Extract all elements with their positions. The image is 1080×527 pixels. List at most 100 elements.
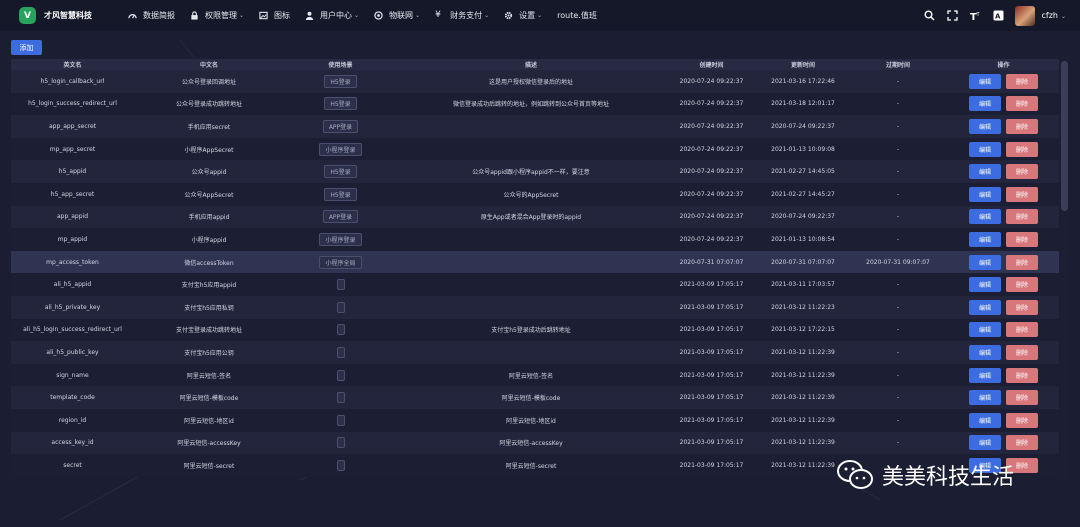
table-row[interactable]: ali_h5_public_key 支付宝h5应用公钥 2021-03-09 17:… (11, 341, 1059, 364)
delete-button[interactable]: 删除 (1006, 435, 1038, 451)
delete-button[interactable]: 删除 (1006, 73, 1038, 89)
edit-button[interactable]: 编辑 (969, 412, 1001, 428)
scene-tag (336, 324, 345, 336)
edit-button[interactable]: 编辑 (969, 367, 1001, 383)
edit-button[interactable]: 编辑 (969, 344, 1001, 360)
table-row[interactable]: mp_access_token 微信accessToken 小程序全局 2020-07… (11, 250, 1059, 274)
add-button[interactable]: 添加 (11, 40, 42, 55)
table-row[interactable]: h5_login_success_redirect_url 公众号登录成功跳转地址… (11, 92, 1059, 116)
edit-button[interactable]: 编辑 (969, 118, 1001, 134)
table-row[interactable]: ali_h5_login_success_redirect_url 支付宝登录成功… (11, 318, 1059, 342)
cell-desc: 这是用户授权微信登录后的地址 (488, 78, 573, 86)
delete-button[interactable]: 删除 (1006, 254, 1038, 270)
avatar[interactable] (1015, 5, 1036, 26)
delete-button[interactable]: 删除 (1006, 299, 1038, 315)
column-header[interactable]: 使用场景 (284, 60, 397, 69)
delete-button[interactable]: 删除 (1006, 322, 1038, 338)
delete-button[interactable]: 删除 (1006, 367, 1038, 383)
edit-button[interactable]: 编辑 (969, 96, 1001, 112)
delete-button[interactable]: 删除 (1006, 118, 1038, 134)
edit-button[interactable]: 编辑 (969, 277, 1001, 293)
cell-updated: 2021-03-11 17:03:57 (771, 281, 835, 289)
scene-tag: H5登录 (324, 74, 357, 88)
cell-cn: 公众号appid (191, 169, 227, 177)
nav-item-iot[interactable]: 物联网 ⌄ (374, 10, 420, 21)
edit-button[interactable]: 编辑 (969, 435, 1001, 451)
table-row[interactable]: h5_app_secret 公众号AppSecret H5登录 公众号的AppSecr… (11, 182, 1059, 206)
delete-button[interactable]: 删除 (1006, 96, 1038, 112)
column-header[interactable]: 英文名 (11, 60, 134, 69)
scene-tag (336, 459, 345, 471)
column-header[interactable]: 过期时间 (848, 60, 948, 69)
cell-expire: - (896, 77, 900, 85)
column-header[interactable]: 描述 (397, 60, 665, 69)
delete-button[interactable]: 删除 (1006, 141, 1038, 157)
nav-item-finance[interactable]: ¥ 财务支付 ⌄ (435, 10, 489, 21)
delete-button[interactable]: 删除 (1006, 209, 1038, 225)
edit-button[interactable]: 编辑 (969, 299, 1001, 315)
delete-button[interactable]: 删除 (1006, 186, 1038, 202)
table-row[interactable]: ali_h5_appid 支付宝h5应用appid 2021-03-09 17:05… (11, 273, 1059, 296)
edit-button[interactable]: 编辑 (969, 141, 1001, 157)
config-table: 英文名 中文名 使用场景 描述 创建时间 更新时间 过期时间 操作 h5_log… (11, 59, 1059, 477)
column-header[interactable]: 中文名 (134, 60, 284, 69)
table-row[interactable]: access_key_id 阿里云短信-accessKey 阿里云短信-access… (11, 431, 1059, 455)
table-row[interactable]: app_app_secret 手机应用secret APP登录 2020-07-24 … (11, 115, 1059, 138)
edit-button[interactable]: 编辑 (969, 254, 1001, 270)
edit-button[interactable]: 编辑 (969, 164, 1001, 180)
user-menu[interactable]: cfzh ⌄ (1041, 11, 1066, 20)
table-row[interactable]: app_appid 手机应用appid APP登录 原生App或者混合App登录时的a… (11, 205, 1059, 229)
translate-icon[interactable]: A (993, 10, 1004, 21)
nav-item-icons[interactable]: 图标 (259, 10, 290, 21)
nav-item-user-center[interactable]: 用户中心 ⌄ (305, 10, 359, 21)
cell-expire: - (896, 100, 900, 108)
edit-button[interactable]: 编辑 (969, 322, 1001, 338)
delete-button[interactable]: 删除 (1006, 231, 1038, 247)
font-size-icon[interactable]: TT (970, 10, 981, 23)
cell-cn: 微信accessToken (184, 259, 234, 267)
edit-button[interactable]: 编辑 (969, 390, 1001, 406)
nav-item-duty[interactable]: route.值班 (557, 10, 597, 21)
cell-en: ali_h5_login_success_redirect_url (23, 326, 122, 334)
cell-en: mp_access_token (46, 258, 99, 266)
edit-button[interactable]: 编辑 (969, 209, 1001, 225)
column-header[interactable]: 更新时间 (758, 60, 848, 69)
brand[interactable]: V 才风智慧科技 (19, 7, 92, 24)
cell-updated: 2021-03-12 11:22:39 (771, 371, 835, 379)
nav-item-dashboard[interactable]: 数据简报 (128, 10, 175, 21)
cell-expire: - (896, 303, 900, 311)
cell-expire: - (896, 326, 900, 334)
column-header[interactable]: 创建时间 (665, 60, 758, 69)
table-row[interactable]: template_code 阿里云短信-模板code 阿里云短信-模板code 202… (11, 386, 1059, 409)
search-icon[interactable] (924, 10, 936, 21)
delete-button[interactable]: 删除 (1006, 164, 1038, 180)
delete-button[interactable]: 删除 (1006, 344, 1038, 360)
cell-desc: 微信登录成功后跳转的地址，例如跳转到公众号首页等地址 (452, 101, 609, 109)
cell-updated: 2021-03-12 11:22:23 (771, 303, 835, 311)
table-row[interactable]: region_id 阿里云短信-地区id 阿里云短信-地区id 2021-03-09 … (11, 408, 1059, 432)
edit-button[interactable]: 编辑 (969, 231, 1001, 247)
delete-button[interactable]: 删除 (1006, 277, 1038, 293)
cell-en: ali_h5_public_key (46, 348, 99, 356)
delete-button[interactable]: 删除 (1006, 412, 1038, 428)
edit-button[interactable]: 编辑 (969, 186, 1001, 202)
cell-created: 2020-07-24 09:22:37 (679, 190, 744, 198)
delete-button[interactable]: 删除 (1006, 390, 1038, 406)
table-row[interactable]: ali_h5_private_key 支付宝h5应用私钥 2021-03-09 17… (11, 295, 1059, 319)
nav-item-permissions[interactable]: 权限管理 ⌄ (190, 10, 244, 21)
scrollbar-thumb[interactable] (1061, 61, 1068, 211)
table-row[interactable]: h5_appid 公众号appid H5登录 公众号appid跟小程序appid不一样… (11, 160, 1059, 183)
table-row[interactable]: h5_login_callback_url 公众号登录回调地址 H5登录 这是用户授权… (11, 70, 1059, 93)
picture-icon (259, 11, 268, 20)
table-row[interactable]: sign_name 阿里云短信-签名 阿里云短信-签名 2021-03-09 17:0… (11, 363, 1059, 387)
table-row[interactable]: mp_appid 小程序appid 小程序登录 2020-07-24 09:22:37… (11, 228, 1059, 251)
nav-label: 设置 (519, 11, 536, 20)
cell-en: h5_login_callback_url (40, 77, 105, 85)
table-row[interactable]: mp_app_secret 小程序AppSecret 小程序登录 2020-07-24… (11, 137, 1059, 161)
cell-created: 2021-03-09 17:05:17 (679, 461, 744, 469)
cell-en: h5_app_secret (50, 190, 95, 198)
edit-button[interactable]: 编辑 (969, 73, 1001, 89)
fullscreen-icon[interactable] (947, 10, 959, 21)
nav-item-settings[interactable]: 设置 ⌄ (504, 10, 542, 21)
actions-cell: 编辑 删除 (948, 254, 1059, 270)
